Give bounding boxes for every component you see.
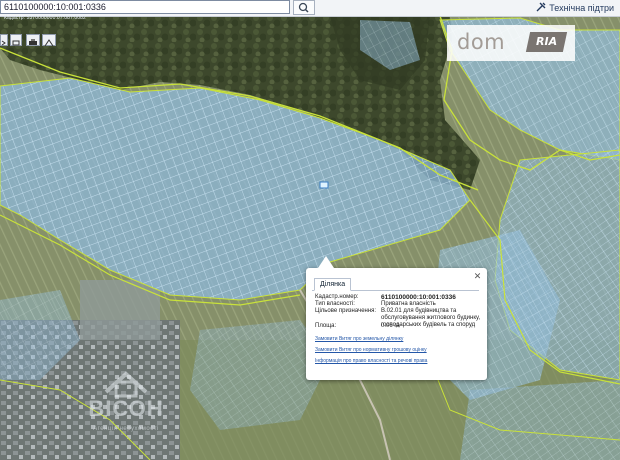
area-label: Площа:: [315, 323, 337, 329]
top-bar: Технічна підтри: [0, 0, 620, 17]
print-button[interactable]: [26, 34, 40, 46]
ownership-info-link[interactable]: Інформація про право власності та речові…: [315, 358, 427, 364]
area-value: 0.06 га: [381, 323, 400, 329]
popup-tabs: Ділянка: [312, 278, 479, 291]
tab-parcel[interactable]: Ділянка: [314, 278, 352, 291]
layers-icon: [12, 40, 20, 46]
measure-button[interactable]: [42, 34, 56, 47]
print-icon: [29, 39, 37, 45]
agency-watermark: ВІСОН Агенція нерухомості: [76, 352, 176, 452]
tech-support-label: Технічна підтри: [549, 3, 614, 13]
popup-pointer: [318, 256, 334, 268]
ownership-type-value: Приватна власність: [381, 301, 436, 307]
watermark-title: ВІСОН: [88, 396, 164, 421]
ownership-type-label: Тип власності:: [315, 301, 355, 307]
cadastral-number-label: Кадастр.номер:: [315, 294, 359, 300]
logo-dom-text: dom: [457, 30, 506, 54]
expand-button[interactable]: [0, 34, 8, 46]
cadastral-number-value: 6110100000:10:001:0336: [381, 294, 456, 301]
parcel-info-popup: ✕ Ділянка Кадастр.номер: 6110100000:10:0…: [306, 256, 487, 380]
ruler-icon: [44, 39, 54, 47]
order-valuation-extract-link[interactable]: Замовити Витяг про нормативну грошову оц…: [315, 347, 427, 353]
purpose-label: Цільове призначення:: [315, 308, 377, 314]
cadastral-search-input[interactable]: [0, 0, 290, 14]
house-icon: [104, 371, 148, 398]
search-icon: [298, 2, 309, 13]
dom-ria-logo: dom RIA: [447, 25, 575, 61]
layers-button[interactable]: [10, 34, 22, 46]
logo-ria-badge: RIA: [525, 32, 568, 52]
tools-icon: [536, 2, 546, 12]
tech-support-link[interactable]: Технічна підтри: [536, 2, 614, 13]
watermark-subtitle: Агенція нерухомості: [93, 426, 159, 432]
order-parcel-extract-link[interactable]: Замовити Витяг про земельну ділянку: [315, 336, 403, 342]
logo-ria-text: RIA: [536, 35, 558, 48]
expand-icon: [1, 40, 6, 46]
cadastral-readout: Кадастр: 5370000000:07:087:0082: [4, 15, 86, 21]
search-button[interactable]: [293, 0, 315, 15]
